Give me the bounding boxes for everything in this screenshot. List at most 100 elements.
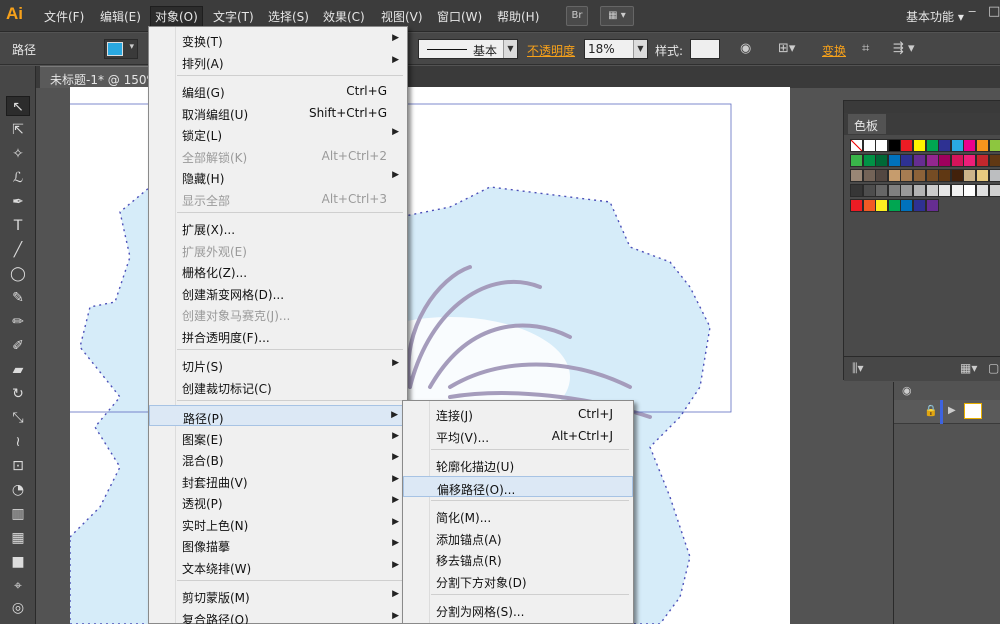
- object-menu-item[interactable]: 拼合透明度(F)...: [149, 325, 407, 346]
- menu-select[interactable]: 选择(S): [268, 8, 309, 25]
- swatch-cell[interactable]: [976, 139, 989, 152]
- object-menu-item[interactable]: 编组(G) Ctrl+G: [149, 80, 407, 101]
- object-menu-item[interactable]: 扩展(X)...: [149, 217, 407, 238]
- new-swatch-icon[interactable]: ▢: [988, 361, 999, 375]
- fill-color-button[interactable]: ▾: [104, 39, 138, 59]
- isolate-icon[interactable]: ⌗: [862, 41, 869, 56]
- arrange-documents-button[interactable]: ▦ ▾: [600, 6, 634, 26]
- object-menu-item[interactable]: 混合(B) ▶: [149, 448, 407, 469]
- object-menu-item[interactable]: 切片(S) ▶: [149, 354, 407, 375]
- graph-tool-icon[interactable]: ▥: [6, 504, 30, 524]
- object-menu-item[interactable]: 取消编组(U) Shift+Ctrl+G: [149, 102, 407, 123]
- swatch-cell[interactable]: [900, 184, 914, 197]
- swatch-cell[interactable]: [950, 154, 964, 167]
- object-menu-item[interactable]: 图案(E) ▶: [149, 427, 407, 448]
- path-submenu-item[interactable]: 轮廓化描边(U): [403, 454, 633, 475]
- swatch-cell[interactable]: [963, 184, 977, 197]
- swatch-cell[interactable]: [963, 169, 977, 182]
- menu-window[interactable]: 窗口(W): [437, 8, 482, 25]
- object-menu-item[interactable]: 文本绕排(W) ▶: [149, 556, 407, 577]
- rotate-tool-icon[interactable]: ↻: [6, 384, 30, 404]
- swatch-cell[interactable]: [900, 154, 914, 167]
- opacity-link[interactable]: 不透明度: [527, 42, 575, 59]
- object-menu-item[interactable]: 图像描摹 ▶: [149, 534, 407, 555]
- path-submenu-item[interactable]: 连接(J) Ctrl+J: [403, 403, 633, 424]
- path-submenu-item[interactable]: 分割为网格(S)...: [403, 599, 633, 620]
- object-menu-item[interactable]: 创建渐变网格(D)...: [149, 282, 407, 303]
- path-submenu-item[interactable]: 分割下方对象(D): [403, 570, 633, 591]
- object-menu-item[interactable]: 创建裁切标记(C): [149, 376, 407, 397]
- swatch-cell[interactable]: [850, 184, 863, 197]
- swatch-cell[interactable]: [900, 139, 914, 152]
- swatch-cell[interactable]: [850, 169, 863, 182]
- bridge-button[interactable]: Br: [566, 6, 588, 26]
- menu-help[interactable]: 帮助(H): [497, 8, 539, 25]
- menu-type[interactable]: 文字(T): [213, 8, 254, 25]
- swatch-cell[interactable]: [938, 154, 952, 167]
- swatch-cell[interactable]: [925, 199, 939, 212]
- swatch-cell[interactable]: [875, 139, 889, 152]
- graphic-style-picker[interactable]: [690, 39, 720, 59]
- swatch-cell[interactable]: [862, 154, 876, 167]
- mesh-tool-icon[interactable]: ▦: [6, 528, 30, 548]
- path-submenu-item[interactable]: 简化(M)...: [403, 505, 633, 526]
- object-menu-item[interactable]: 封套扭曲(V) ▶: [149, 470, 407, 491]
- panel-grip[interactable]: [844, 101, 1000, 113]
- swatch-cell[interactable]: [976, 184, 989, 197]
- swatches-tab[interactable]: 色板: [848, 114, 886, 134]
- minimize-icon[interactable]: ‒: [968, 4, 976, 19]
- swatch-cell[interactable]: [862, 199, 876, 212]
- swatch-cell[interactable]: [988, 154, 1000, 167]
- lasso-tool-icon[interactable]: ℒ: [6, 168, 30, 188]
- swatch-cell[interactable]: [925, 139, 939, 152]
- swatch-cell[interactable]: [988, 184, 1000, 197]
- swatch-cell[interactable]: [900, 169, 914, 182]
- swatch-cell[interactable]: [913, 199, 926, 212]
- object-menu-item[interactable]: 栅格化(Z)...: [149, 260, 407, 281]
- layer-row[interactable]: 🔒 ▶: [894, 400, 1000, 424]
- object-menu-item[interactable]: 透视(P) ▶: [149, 491, 407, 512]
- maximize-icon[interactable]: □: [988, 4, 1000, 19]
- swatch-cell[interactable]: [913, 139, 926, 152]
- object-menu-item[interactable]: 复合路径(O) ▶: [149, 607, 407, 624]
- swatch-cell[interactable]: [925, 184, 939, 197]
- stroke-profile-dropdown[interactable]: 基本 ▼: [418, 39, 518, 59]
- object-menu-item[interactable]: 锁定(L) ▶: [149, 123, 407, 144]
- swatch-cell[interactable]: [875, 154, 889, 167]
- visibility-icon[interactable]: ◉: [902, 384, 912, 397]
- object-menu-item[interactable]: 隐藏(H) ▶: [149, 166, 407, 187]
- swatch-cell[interactable]: [862, 184, 876, 197]
- path-submenu-item[interactable]: 平均(V)... Alt+Ctrl+J: [403, 425, 633, 446]
- opacity-input[interactable]: 18% ▼: [584, 39, 648, 59]
- swatch-cell[interactable]: [938, 139, 952, 152]
- swatch-cell[interactable]: [862, 169, 876, 182]
- path-submenu-item[interactable]: 移去锚点(R): [403, 548, 633, 569]
- swatch-cell[interactable]: [963, 154, 977, 167]
- object-menu-item[interactable]: 排列(A) ▶: [149, 51, 407, 72]
- library-menu-icon[interactable]: ⫼▾: [852, 361, 864, 376]
- line-tool-icon[interactable]: ╱: [6, 240, 30, 260]
- path-submenu-item[interactable]: 偏移路径(O)...: [403, 475, 633, 497]
- align-icon[interactable]: ⊞▾: [778, 41, 795, 56]
- blob-brush-tool-icon[interactable]: ✐: [6, 336, 30, 356]
- object-menu-item[interactable]: 实时上色(N) ▶: [149, 513, 407, 534]
- swatch-options-icon[interactable]: ▦▾: [960, 361, 977, 375]
- swatch-cell[interactable]: [950, 184, 964, 197]
- swatch-cell[interactable]: [963, 139, 977, 152]
- swatch-cell[interactable]: [950, 169, 964, 182]
- swatch-cell[interactable]: [950, 139, 964, 152]
- recolor-icon[interactable]: ◉: [740, 41, 751, 56]
- eyedropper-tool-icon[interactable]: ⌖: [6, 576, 30, 596]
- direct-selection-tool-icon[interactable]: ⇱: [6, 120, 30, 140]
- free-transform-tool-icon[interactable]: ⊡: [6, 456, 30, 476]
- menu-effect[interactable]: 效果(C): [323, 8, 365, 25]
- shape-builder-tool-icon[interactable]: ◔: [6, 480, 30, 500]
- swatch-cell[interactable]: [850, 199, 863, 212]
- swatch-cell[interactable]: [913, 154, 926, 167]
- pen-tool-icon[interactable]: ✒: [6, 192, 30, 212]
- menu-view[interactable]: 视图(V): [381, 8, 423, 25]
- lock-icon[interactable]: 🔒: [924, 404, 938, 417]
- object-menu-item[interactable]: 剪切蒙版(M) ▶: [149, 585, 407, 606]
- object-menu-item[interactable]: 路径(P) ▶: [149, 405, 407, 426]
- menu-object[interactable]: 对象(O): [150, 6, 203, 27]
